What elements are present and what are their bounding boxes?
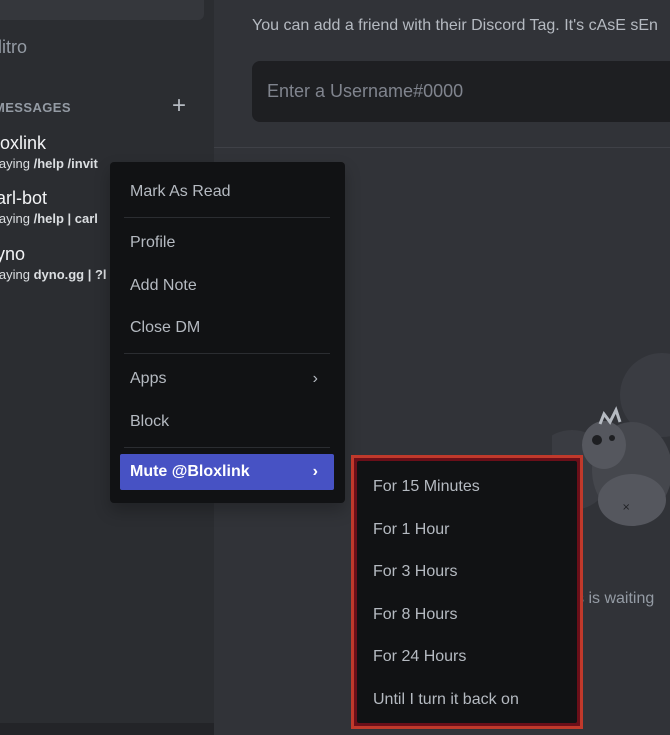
mute-option-1-hour[interactable]: For 1 Hour	[363, 512, 563, 548]
mute-duration-submenu: For 15 Minutes For 1 Hour For 3 Hours Fo…	[357, 461, 577, 723]
menu-item-add-note[interactable]: Add Note	[120, 268, 334, 304]
svg-text:×: ×	[622, 502, 630, 513]
create-dm-plus-icon[interactable]: +	[172, 94, 186, 118]
menu-item-close-dm[interactable]: Close DM	[120, 310, 334, 346]
mute-option-8-hours[interactable]: For 8 Hours	[363, 597, 563, 633]
direct-messages-header: MESSAGES	[0, 100, 71, 115]
menu-separator	[124, 353, 330, 354]
sidebar-top-item[interactable]	[0, 0, 204, 20]
add-friend-hint: You can add a friend with their Discord …	[252, 17, 658, 34]
menu-separator	[124, 447, 330, 448]
divider	[214, 147, 670, 148]
menu-item-mute-user[interactable]: Mute @Bloxlink ›	[120, 454, 334, 490]
mute-option-24-hours[interactable]: For 24 Hours	[363, 639, 563, 675]
mute-option-15-minutes[interactable]: For 15 Minutes	[363, 469, 563, 505]
menu-item-mark-as-read[interactable]: Mark As Read	[120, 174, 334, 210]
mute-option-3-hours[interactable]: For 3 Hours	[363, 554, 563, 590]
sidebar-item-nitro[interactable]: litro	[0, 37, 27, 58]
username-input[interactable]	[252, 61, 670, 122]
menu-item-apps[interactable]: Apps ›	[120, 361, 334, 397]
chevron-right-icon: ›	[312, 463, 318, 480]
menu-item-label: Apps	[130, 370, 167, 387]
mute-submenu-highlight: For 15 Minutes For 1 Hour For 3 Hours Fo…	[351, 455, 583, 729]
menu-item-block[interactable]: Block	[120, 404, 334, 440]
dm-context-menu: Mark As Read Profile Add Note Close DM A…	[110, 162, 345, 503]
dm-name: loxlink	[0, 133, 47, 153]
waiting-text: s is waiting	[576, 590, 655, 607]
chevron-right-icon: ›	[312, 370, 318, 387]
menu-separator	[124, 217, 330, 218]
mute-option-until-unmuted[interactable]: Until I turn it back on	[363, 682, 563, 718]
user-panel-edge	[0, 723, 214, 735]
menu-item-label: Mute @Bloxlink	[130, 463, 250, 480]
menu-item-profile[interactable]: Profile	[120, 225, 334, 261]
